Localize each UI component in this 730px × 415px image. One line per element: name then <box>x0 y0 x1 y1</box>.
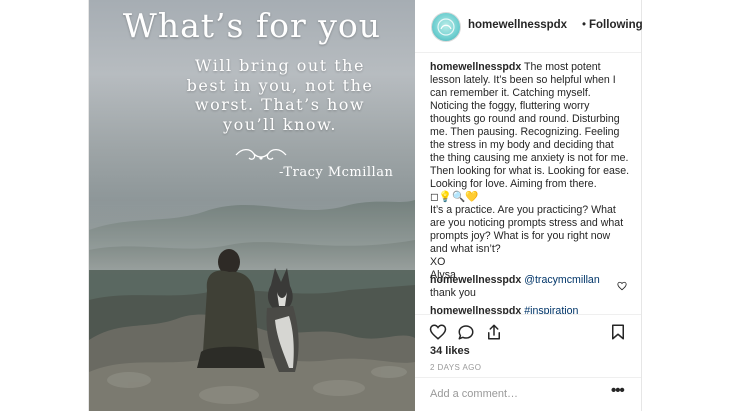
post-timestamp[interactable]: 2 DAYS AGO <box>430 363 481 372</box>
mention-link[interactable]: @tracymcmillan <box>524 274 600 286</box>
post-sidebar: homewellnesspdx • Following homewellness… <box>415 0 643 411</box>
comment-item: homewellnesspdx @tracymcmillan thank you <box>430 274 620 300</box>
quote-author: -Tracy Mcmillan <box>279 165 394 180</box>
following-button[interactable]: Following <box>589 19 643 31</box>
caption-emoji: ◻💡🔍💛 <box>430 191 479 203</box>
add-comment-input[interactable]: Add a comment… <box>430 388 518 400</box>
comment-icon[interactable] <box>457 323 475 341</box>
heart-icon[interactable] <box>429 323 447 341</box>
post-header: homewellnesspdx • Following <box>415 0 643 53</box>
avatar-logo-icon <box>437 18 455 36</box>
flourish-ornament-icon <box>235 148 287 160</box>
comment-like-heart-icon[interactable] <box>617 281 627 291</box>
header-separator: • <box>582 19 587 31</box>
quote-title: What’s for you <box>122 6 382 45</box>
bookmark-icon[interactable] <box>609 323 627 341</box>
caption-signoff-1: XO <box>430 256 446 268</box>
comment-item: homewellnesspdx #inspiration <box>430 305 620 314</box>
post-actions: 34 likes 2 DAYS AGO Add a comment… ••• <box>415 314 641 415</box>
likes-count[interactable]: 34 likes <box>430 345 470 357</box>
post-photo[interactable]: What’s for you Will bring out the best i… <box>89 0 415 411</box>
caption-username-link[interactable]: homewellnesspdx <box>430 61 521 73</box>
caption-paragraph-1: homewellnesspdx The most potent lesson l… <box>430 61 630 191</box>
comment-username-link[interactable]: homewellnesspdx <box>430 274 521 286</box>
caption-paragraph-2: It’s a practice. Are you practicing? Wha… <box>430 204 624 255</box>
comments-list[interactable]: homewellnesspdx The most potent lesson l… <box>415 52 641 314</box>
hashtag-link[interactable]: #inspiration <box>524 305 578 314</box>
post-caption: homewellnesspdx The most potent lesson l… <box>430 61 630 282</box>
quote-body: Will bring out the best in you, not the … <box>186 56 374 134</box>
instagram-post: What’s for you Will bring out the best i… <box>89 0 643 411</box>
comment-username-link[interactable]: homewellnesspdx <box>430 305 521 314</box>
share-icon[interactable] <box>485 323 503 341</box>
more-options-button[interactable]: ••• <box>611 382 625 399</box>
comment-text: thank you <box>430 287 476 299</box>
header-username-link[interactable]: homewellnesspdx <box>468 19 567 31</box>
avatar[interactable] <box>431 12 461 42</box>
add-comment-row: Add a comment… ••• <box>415 377 641 412</box>
caption-text-1: The most potent lesson lately. It’s been… <box>430 61 630 190</box>
